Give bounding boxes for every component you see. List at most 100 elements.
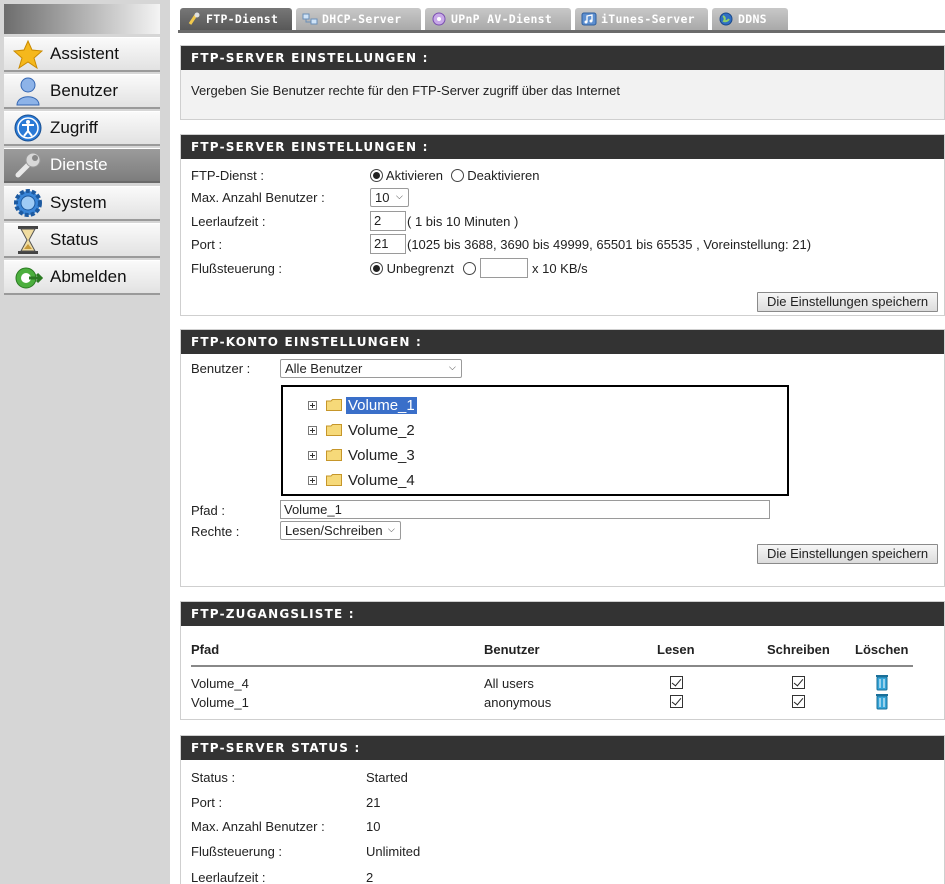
idle-time-input[interactable]: 2 xyxy=(370,211,406,231)
write-checkbox[interactable] xyxy=(792,676,805,689)
status-max-users-value: 10 xyxy=(366,819,381,834)
tree-item-volume-1[interactable]: Volume_1 xyxy=(308,395,417,415)
ftp-icon xyxy=(186,12,202,26)
tree-item-volume-2[interactable]: Volume_2 xyxy=(308,420,417,440)
tab-ddns[interactable]: DDNS xyxy=(712,8,788,30)
ftp-disable-radio[interactable] xyxy=(450,169,464,182)
table-header-divider xyxy=(191,665,913,667)
expand-icon[interactable] xyxy=(308,450,317,460)
expand-icon[interactable] xyxy=(308,400,317,410)
ftp-server-status-panel: FTP-SERVER STATUS : Status : Started Por… xyxy=(180,735,945,884)
status-port-value: 21 xyxy=(366,795,381,810)
read-checkbox[interactable] xyxy=(670,676,683,689)
ftp-disable-label: Deaktivieren xyxy=(467,168,540,183)
column-header-user: Benutzer xyxy=(484,642,540,657)
tab-dhcp-server[interactable]: DHCP-Server xyxy=(296,8,421,30)
panel-title: FTP-SERVER STATUS : xyxy=(181,736,944,760)
expand-icon[interactable] xyxy=(308,475,317,485)
nav-item-assistent[interactable]: Assistent xyxy=(4,37,160,72)
trash-icon[interactable] xyxy=(876,674,888,691)
music-icon xyxy=(581,12,597,26)
network-icon xyxy=(302,12,318,26)
idle-time-hint: ( 1 bis 10 Minuten ) xyxy=(407,214,519,229)
read-checkbox[interactable] xyxy=(670,695,683,708)
panel-title: FTP-KONTO EINSTELLUNGEN : xyxy=(181,330,944,354)
expand-icon[interactable] xyxy=(308,425,317,435)
panel-title: FTP-ZUGANGSLISTE : xyxy=(181,602,944,626)
port-hint: (1025 bis 3688, 3690 bis 49999, 65501 bi… xyxy=(407,237,812,252)
intro-text: Vergeben Sie Benutzer rechte für den FTP… xyxy=(191,83,620,98)
ftp-service-label: FTP-Dienst : xyxy=(191,168,264,183)
nav-label: Dienste xyxy=(50,155,108,174)
folder-icon xyxy=(326,449,342,461)
port-label: Port : xyxy=(191,237,223,252)
user-label: Benutzer : xyxy=(191,361,251,376)
save-account-settings-button[interactable]: Die Einstellungen speichern xyxy=(757,544,939,564)
nav-label: Status xyxy=(50,230,99,249)
column-header-delete: Löschen xyxy=(855,642,909,657)
folder-icon xyxy=(326,474,342,486)
ftp-enable-label: Aktivieren xyxy=(385,168,443,183)
tree-label: Volume_1 xyxy=(346,396,417,414)
flow-unlimited-radio[interactable] xyxy=(370,262,383,275)
nav-label: Assistent xyxy=(50,44,119,63)
ftp-enable-radio[interactable] xyxy=(370,169,383,182)
table-cell-path: Volume_1 xyxy=(191,695,249,710)
save-server-settings-button[interactable]: Die Einstellungen speichern xyxy=(757,292,939,312)
status-value: Started xyxy=(366,770,408,785)
user-icon xyxy=(12,76,44,106)
tree-item-volume-4[interactable]: Volume_4 xyxy=(308,470,417,490)
column-header-path: Pfad xyxy=(191,642,220,657)
rights-select-value: Lesen/Schreiben xyxy=(285,523,383,538)
status-max-users-label: Max. Anzahl Benutzer : xyxy=(191,819,325,834)
idle-time-label: Leerlaufzeit : xyxy=(191,214,266,229)
path-label: Pfad : xyxy=(191,503,225,518)
star-icon xyxy=(12,39,44,69)
tab-itunes-server[interactable]: iTunes-Server xyxy=(575,8,708,30)
hourglass-icon xyxy=(12,225,44,255)
wrench-icon xyxy=(12,150,44,180)
folder-tree[interactable]: Volume_1 Volume_2 Volume_3 Volume_4 xyxy=(281,385,789,496)
status-idle-label: Leerlaufzeit : xyxy=(191,870,266,884)
globe-icon xyxy=(718,12,734,26)
nav-item-status[interactable]: Status xyxy=(4,223,160,258)
tab-ftp-dienst[interactable]: FTP-Dienst xyxy=(180,8,292,30)
chevron-down-icon: ⌵ xyxy=(396,191,403,201)
nav-label: Zugriff xyxy=(50,118,98,137)
rights-select[interactable]: Lesen/Schreiben ⌵ xyxy=(280,521,401,540)
media-icon xyxy=(431,12,447,26)
tree-item-volume-3[interactable]: Volume_3 xyxy=(308,445,417,465)
folder-icon xyxy=(326,399,342,411)
rights-label: Rechte : xyxy=(191,524,240,539)
trash-icon[interactable] xyxy=(876,693,888,710)
write-checkbox[interactable] xyxy=(792,695,805,708)
nav-item-benutzer[interactable]: Benutzer xyxy=(4,74,160,109)
ftp-service-radios: Aktivieren Deaktivieren xyxy=(370,168,540,183)
ftp-account-settings-panel: FTP-KONTO EINSTELLUNGEN : Benutzer : All… xyxy=(180,329,945,587)
path-input[interactable]: Volume_1 xyxy=(280,500,770,519)
max-users-select[interactable]: 10 ⌵ xyxy=(370,188,409,207)
table-cell-path: Volume_4 xyxy=(191,676,249,691)
sidebar: Assistent Benutzer Zugriff Dienste Syste… xyxy=(0,0,170,884)
nav-item-system[interactable]: System xyxy=(4,186,160,221)
status-flow-value: Unlimited xyxy=(366,844,421,859)
chevron-down-icon: ⌵ xyxy=(388,524,395,534)
user-select-value: Alle Benutzer xyxy=(285,361,363,376)
tab-label: iTunes-Server xyxy=(601,12,695,26)
flow-limited-radio[interactable] xyxy=(463,262,477,275)
status-label: Status : xyxy=(191,770,236,785)
chevron-down-icon: ⌵ xyxy=(449,362,456,372)
user-select[interactable]: Alle Benutzer ⌵ xyxy=(280,359,462,378)
tab-bar-divider xyxy=(178,30,945,33)
flow-rate-input[interactable] xyxy=(480,258,528,278)
tab-upnp-av-dienst[interactable]: UPnP AV-Dienst xyxy=(425,8,571,30)
tab-label: FTP-Dienst xyxy=(206,12,279,26)
max-users-value: 10 xyxy=(375,190,390,205)
nav-item-abmelden[interactable]: Abmelden xyxy=(4,260,160,295)
nav-item-dienste[interactable]: Dienste xyxy=(4,148,160,183)
tree-label: Volume_2 xyxy=(348,421,415,439)
port-input[interactable]: 21 xyxy=(370,234,406,254)
logout-icon xyxy=(12,262,44,292)
tree-label: Volume_3 xyxy=(348,446,415,464)
nav-item-zugriff[interactable]: Zugriff xyxy=(4,111,160,146)
